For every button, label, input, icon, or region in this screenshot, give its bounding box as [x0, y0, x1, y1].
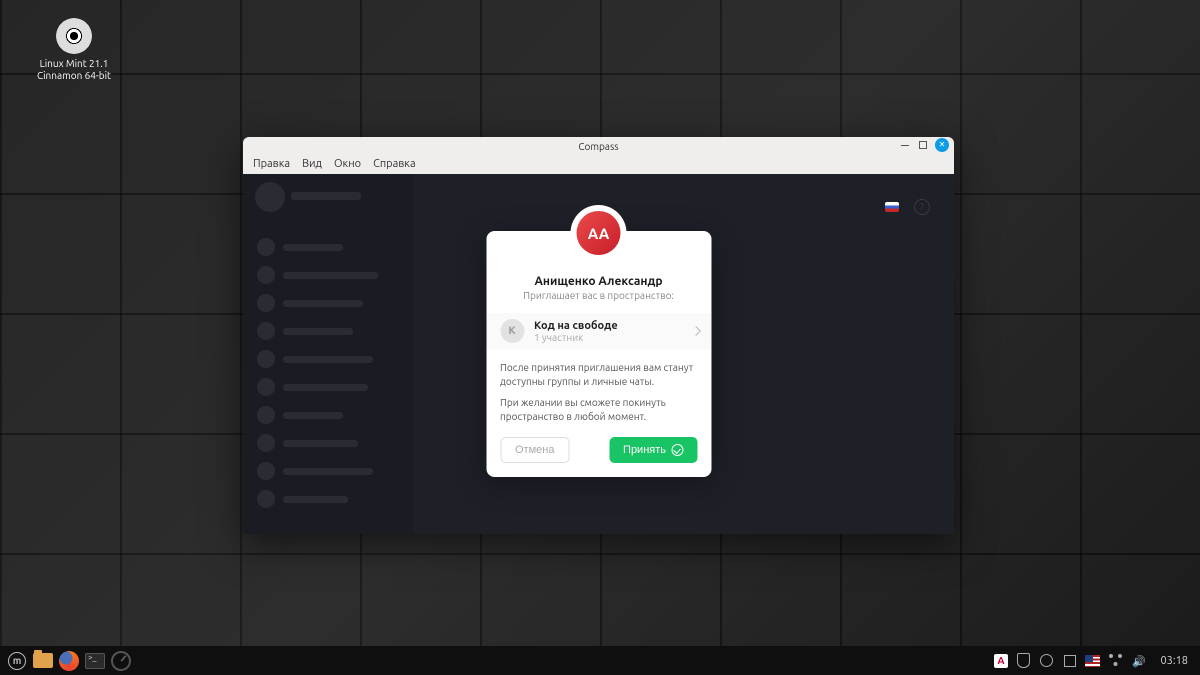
minimize-button[interactable]: [899, 139, 911, 151]
workspace-name-placeholder: [291, 192, 361, 200]
menu-view[interactable]: Вид: [302, 158, 322, 170]
check-icon: [671, 444, 683, 456]
tray-security-icon[interactable]: [1039, 653, 1054, 668]
invitation-desc-1: После принятия приглашения вам станут до…: [500, 361, 697, 388]
window-title: Compass: [578, 141, 618, 152]
accept-button-label: Принять: [623, 444, 666, 456]
invitation-modal: АА Анищенко Александр Приглашает вас в п…: [486, 231, 711, 477]
space-avatar: К: [500, 319, 524, 343]
start-menu-button[interactable]: [6, 650, 28, 672]
compass-window: Compass Правка Вид Окно Справка ?: [243, 137, 954, 534]
help-icon[interactable]: ?: [914, 199, 930, 215]
app-body: ? АА Анищенко Александр Приглашает вас в…: [243, 174, 954, 534]
close-button[interactable]: [935, 138, 949, 152]
space-name: Код на свободе: [534, 320, 618, 332]
space-row[interactable]: К Код на свободе 1 участник: [486, 313, 711, 349]
desktop-disc-icon[interactable]: Linux Mint 21.1 Cinnamon 64-bit: [34, 18, 114, 82]
taskbar-compass[interactable]: [110, 650, 132, 672]
sidebar: [243, 174, 413, 534]
tray-angular-icon[interactable]: A: [993, 653, 1008, 668]
tray-network-icon[interactable]: [1108, 653, 1123, 668]
network-icon: [1109, 654, 1122, 667]
compass-icon: [111, 651, 131, 671]
tray-updates-icon[interactable]: [1016, 653, 1031, 668]
desktop-icon-label-2: Cinnamon 64-bit: [34, 70, 114, 82]
tray-keyboard-layout[interactable]: [1085, 653, 1100, 668]
accept-button[interactable]: Принять: [609, 437, 697, 463]
workspace-avatar-placeholder: [255, 182, 285, 212]
inviter-subtitle: Приглашает вас в пространство:: [500, 290, 697, 301]
taskbar-files[interactable]: [32, 650, 54, 672]
menu-help[interactable]: Справка: [373, 158, 416, 170]
menubar: Правка Вид Окно Справка: [243, 153, 954, 174]
volume-icon: [1132, 655, 1146, 667]
space-members: 1 участник: [534, 332, 618, 343]
firefox-icon: [59, 651, 79, 671]
inviter-name: Анищенко Александр: [500, 275, 697, 288]
invitation-desc-2: При желании вы сможете покинуть простран…: [500, 396, 697, 423]
menu-edit[interactable]: Правка: [253, 158, 290, 170]
tray-volume-icon[interactable]: [1131, 653, 1146, 668]
circle-icon: [1040, 654, 1053, 667]
square-icon: [1064, 655, 1076, 667]
taskbar-firefox[interactable]: [58, 650, 80, 672]
flag-us-icon: [1085, 655, 1100, 667]
maximize-button[interactable]: [919, 141, 927, 149]
taskbar-clock[interactable]: 03:18: [1154, 655, 1194, 667]
shield-icon: [1017, 653, 1030, 668]
terminal-icon: [85, 653, 105, 669]
cancel-button[interactable]: Отмена: [500, 437, 569, 463]
mint-logo-icon: [8, 652, 26, 670]
inviter-avatar: АА: [577, 211, 621, 255]
folder-icon: [33, 653, 53, 668]
window-titlebar[interactable]: Compass: [243, 137, 954, 153]
language-flag-ru[interactable]: [885, 202, 899, 212]
disc-icon: [56, 18, 92, 54]
inviter-avatar-ring: АА: [571, 205, 627, 261]
taskbar: A 03:18: [0, 646, 1200, 675]
tray-display-icon[interactable]: [1062, 653, 1077, 668]
desktop-icon-label: Linux Mint 21.1: [34, 58, 114, 70]
taskbar-terminal[interactable]: [84, 650, 106, 672]
menu-window[interactable]: Окно: [334, 158, 361, 170]
